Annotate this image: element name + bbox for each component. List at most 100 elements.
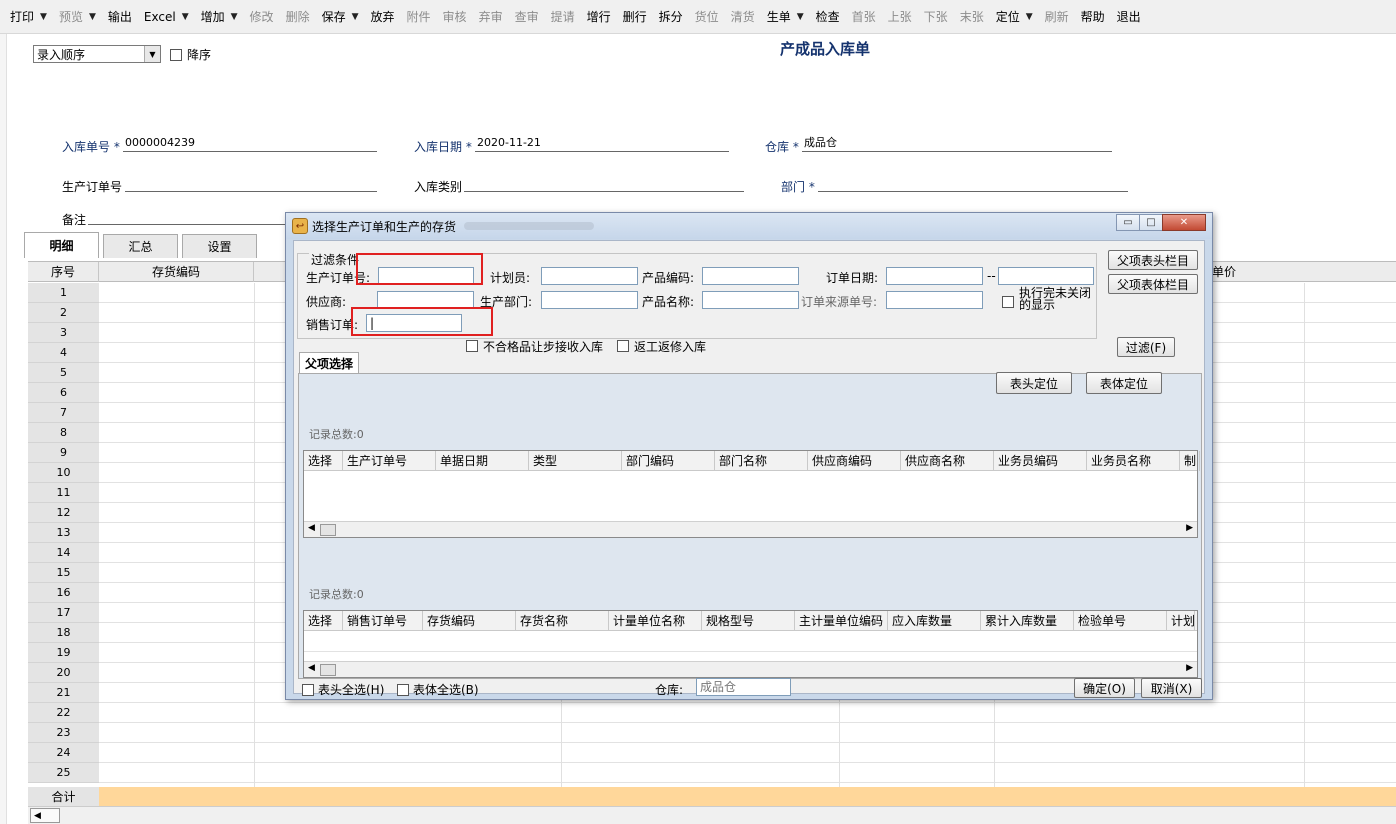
order-date-from-input[interactable] xyxy=(886,267,983,285)
row-number[interactable]: 14 xyxy=(28,543,99,563)
select-all-header-checkbox[interactable] xyxy=(302,683,314,696)
grid-horizontal-scrollbar[interactable]: ◀ xyxy=(28,806,1396,824)
ok-button[interactable]: 确定(O) xyxy=(1074,678,1135,698)
scroll-left-icon[interactable]: ◀ xyxy=(308,523,315,533)
filter-button[interactable]: 过滤(F) xyxy=(1117,337,1175,357)
show-closed-checkbox[interactable] xyxy=(1002,296,1014,308)
column-header[interactable]: 业务员编码 xyxy=(994,451,1087,471)
row-number[interactable]: 21 xyxy=(28,683,99,703)
export-button[interactable]: 输出 xyxy=(102,4,138,30)
table-row[interactable] xyxy=(99,723,1396,743)
rework-checkbox[interactable] xyxy=(617,340,629,352)
column-header[interactable]: 计划 xyxy=(1167,611,1195,631)
chevron-down-icon[interactable]: ▼ xyxy=(144,46,160,62)
row-number[interactable]: 13 xyxy=(28,523,99,543)
generate-button[interactable]: 生单 ▼ xyxy=(761,4,810,30)
modify-button[interactable]: 修改 xyxy=(244,4,280,30)
row-number[interactable]: 8 xyxy=(28,423,99,443)
query-review-button[interactable]: 查审 xyxy=(509,4,545,30)
row-number[interactable]: 5 xyxy=(28,363,99,383)
column-header[interactable]: 生产订单号 xyxy=(343,451,436,471)
descending-toggle[interactable]: 降序 xyxy=(170,46,211,63)
prod-order-field[interactable] xyxy=(125,176,377,192)
add-button[interactable]: 增加 ▼ xyxy=(195,4,244,30)
parent-header-columns-button[interactable]: 父项表头栏目 xyxy=(1108,250,1198,270)
column-header[interactable]: 应入库数量 xyxy=(888,611,981,631)
product-code-input[interactable] xyxy=(702,267,799,285)
column-header[interactable]: 检验单号 xyxy=(1074,611,1167,631)
scroll-right-icon[interactable]: ▶ xyxy=(1186,663,1193,673)
tab-settings[interactable]: 设置 xyxy=(182,234,257,258)
row-number[interactable]: 24 xyxy=(28,743,99,763)
column-header[interactable]: 供应商编码 xyxy=(808,451,901,471)
split-button[interactable]: 拆分 xyxy=(653,4,689,30)
column-header[interactable]: 单据日期 xyxy=(436,451,529,471)
submit-button[interactable]: 提请 xyxy=(545,4,581,30)
column-header[interactable]: 计量单位名称 xyxy=(609,611,702,631)
minimize-icon[interactable]: ▭ xyxy=(1116,214,1140,231)
unreview-button[interactable]: 弃审 xyxy=(473,4,509,30)
tab-summary[interactable]: 汇总 xyxy=(103,234,178,258)
select-all-body-toggle[interactable]: 表体全选(B) xyxy=(397,681,479,698)
column-header[interactable]: 规格型号 xyxy=(702,611,795,631)
chevron-down-icon[interactable]: ▼ xyxy=(231,12,238,22)
scroll-left-icon[interactable]: ◀ xyxy=(30,808,60,823)
print-button[interactable]: 打印 ▼ xyxy=(4,4,53,30)
column-header[interactable]: 累计入库数量 xyxy=(981,611,1074,631)
add-row-button[interactable]: 增行 xyxy=(581,4,617,30)
row-number[interactable]: 15 xyxy=(28,563,99,583)
column-header[interactable]: 存货名称 xyxy=(516,611,609,631)
warehouse-field[interactable]: 成品仓 xyxy=(802,136,1112,152)
chevron-down-icon[interactable]: ▼ xyxy=(352,12,359,22)
check-button[interactable]: 检查 xyxy=(810,4,846,30)
close-icon[interactable]: ✕ xyxy=(1162,214,1206,231)
chevron-down-icon[interactable]: ▼ xyxy=(182,12,189,22)
delete-button[interactable]: 删除 xyxy=(280,4,316,30)
product-name-input[interactable] xyxy=(702,291,799,309)
planner-input[interactable] xyxy=(541,267,638,285)
select-all-body-checkbox[interactable] xyxy=(397,683,409,696)
order-source-input[interactable] xyxy=(886,291,983,309)
maximize-icon[interactable]: □ xyxy=(1139,214,1163,231)
row-number[interactable]: 7 xyxy=(28,403,99,423)
dept-field[interactable] xyxy=(818,176,1128,192)
row-number[interactable]: 25 xyxy=(28,763,99,783)
row-number[interactable]: 3 xyxy=(28,323,99,343)
dialog-warehouse-input[interactable]: 成品仓 xyxy=(696,678,791,696)
save-button[interactable]: 保存 ▼ xyxy=(316,4,365,30)
scroll-thumb[interactable] xyxy=(320,664,336,676)
column-header[interactable]: 部门名称 xyxy=(715,451,808,471)
table-row[interactable] xyxy=(99,743,1396,763)
scroll-thumb[interactable] xyxy=(320,524,336,536)
row-number[interactable]: 17 xyxy=(28,603,99,623)
header-locate-button[interactable]: 表头定位 xyxy=(996,372,1072,394)
row-number[interactable]: 4 xyxy=(28,343,99,363)
column-header[interactable]: 供应商名称 xyxy=(901,451,994,471)
column-header[interactable]: 主计量单位编码 xyxy=(795,611,888,631)
receipt-no-field[interactable]: 0000004239 xyxy=(123,136,377,152)
tab-detail[interactable]: 明细 xyxy=(24,232,99,258)
receipt-date-field[interactable]: 2020-11-21 xyxy=(475,136,729,152)
row-number[interactable]: 10 xyxy=(28,463,99,483)
column-header[interactable]: 业务员名称 xyxy=(1087,451,1180,471)
nonconforming-checkbox[interactable] xyxy=(466,340,478,352)
clear-location-button[interactable]: 清货 xyxy=(725,4,761,30)
sort-order-select[interactable]: 录入顺序 ▼ xyxy=(33,45,161,63)
refresh-button[interactable]: 刷新 xyxy=(1039,4,1075,30)
help-button[interactable]: 帮助 xyxy=(1075,4,1111,30)
row-number[interactable]: 1 xyxy=(28,283,99,303)
descending-checkbox[interactable] xyxy=(170,48,182,61)
locate-button[interactable]: 定位 ▼ xyxy=(990,4,1039,30)
delete-row-button[interactable]: 删行 xyxy=(617,4,653,30)
receipt-type-field[interactable] xyxy=(464,176,744,192)
select-all-header-toggle[interactable]: 表头全选(H) xyxy=(302,681,384,698)
col-inv-code[interactable]: 存货编码 xyxy=(99,262,254,282)
excel-button[interactable]: Excel ▼ xyxy=(138,4,195,30)
column-header[interactable]: 选择 xyxy=(304,451,343,471)
row-number[interactable]: 18 xyxy=(28,623,99,643)
first-button[interactable]: 首张 xyxy=(846,4,882,30)
chevron-down-icon[interactable]: ▼ xyxy=(1026,12,1033,22)
row-number[interactable]: 2 xyxy=(28,303,99,323)
location-button[interactable]: 货位 xyxy=(689,4,725,30)
order-body-grid-scrollbar[interactable]: ◀ ▶ xyxy=(304,661,1197,677)
